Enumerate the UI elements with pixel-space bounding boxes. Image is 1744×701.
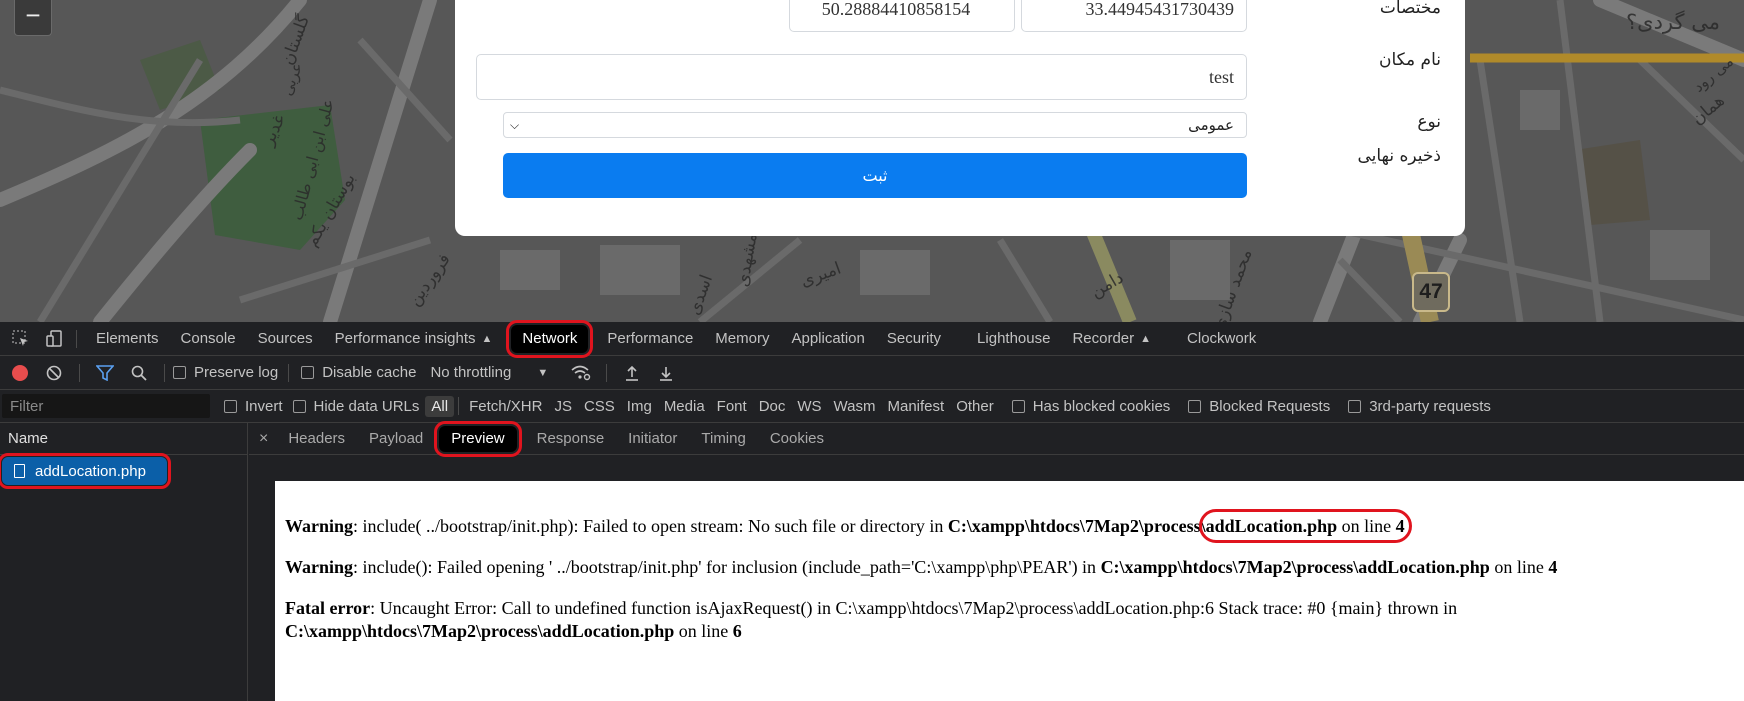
fatal-error-message: Fatal error: Uncaught Error: Call to und… <box>285 598 1458 641</box>
tab-clockwork[interactable]: Clockwork <box>1176 322 1267 355</box>
warning-message-1: Warning: include( ../bootstrap/init.php)… <box>285 509 1412 543</box>
place-name-input[interactable]: test <box>476 54 1247 100</box>
device-toggle-icon[interactable] <box>44 328 66 350</box>
tab-elements[interactable]: Elements <box>85 322 170 355</box>
close-icon[interactable]: × <box>259 430 268 448</box>
disable-cache-label: Disable cache <box>322 364 417 381</box>
filter-type-fetch-xhr[interactable]: Fetch/XHR <box>463 396 548 417</box>
filter-type-ws[interactable]: WS <box>791 396 827 417</box>
blocked-requests-label: Blocked Requests <box>1209 397 1331 415</box>
tab-security[interactable]: Security <box>876 322 952 355</box>
tab-performance-insights-label: Performance insights <box>334 330 476 347</box>
export-har-icon[interactable] <box>655 362 677 384</box>
lat-input[interactable]: 33.44945431730439 <box>1021 0 1247 32</box>
add-location-modal: مختصات 33.44945431730439 50.288844108581… <box>455 0 1465 236</box>
filter-input[interactable]: Filter <box>2 394 210 418</box>
filter-type-img[interactable]: Img <box>621 396 658 417</box>
filter-type-wasm[interactable]: Wasm <box>828 396 882 417</box>
filter-type-js[interactable]: JS <box>548 396 578 417</box>
filter-icon[interactable] <box>94 362 116 384</box>
hide-data-urls-checkbox[interactable]: Hide data URLs <box>292 397 420 415</box>
tab-preview[interactable]: Preview <box>434 420 522 457</box>
type-select-value: عمومی <box>1188 116 1234 134</box>
tab-application[interactable]: Application <box>780 322 875 355</box>
response-preview: Warning: include( ../bootstrap/init.php)… <box>275 481 1744 701</box>
invert-checkbox[interactable]: Invert <box>224 398 283 415</box>
tab-network[interactable]: Network <box>506 319 594 358</box>
tab-recorder-label: Recorder <box>1072 330 1135 347</box>
tab-lighthouse[interactable]: Lighthouse <box>966 322 1061 355</box>
has-blocked-cookies-checkbox[interactable]: Has blocked cookies <box>1011 397 1171 415</box>
tab-initiator[interactable]: Initiator <box>616 426 689 452</box>
has-blocked-cookies-label: Has blocked cookies <box>1032 397 1171 415</box>
tab-timing[interactable]: Timing <box>689 426 757 452</box>
devtools-panel: Elements Console Sources Performance ins… <box>0 319 1744 701</box>
request-list: Name addLocation.php <box>0 423 248 701</box>
document-icon <box>14 464 25 478</box>
tab-memory[interactable]: Memory <box>704 322 780 355</box>
tab-response[interactable]: Response <box>525 426 617 452</box>
request-name: addLocation.php <box>35 462 146 480</box>
details-tab-bar: × Headers Payload Preview Response Initi… <box>249 420 1744 457</box>
flask-icon: ▲ <box>1140 332 1152 345</box>
clear-icon[interactable] <box>43 362 65 384</box>
network-conditions-icon[interactable] <box>570 362 592 384</box>
request-details: × Headers Payload Preview Response Initi… <box>249 420 1744 701</box>
type-select[interactable]: ⌵ عمومی <box>503 112 1247 138</box>
chevron-down-icon: ▼ <box>537 366 549 379</box>
tab-recorder[interactable]: Recorder ▲ <box>1061 322 1162 355</box>
third-party-requests-checkbox[interactable]: 3rd-party requests <box>1348 398 1491 415</box>
filter-type-media[interactable]: Media <box>658 396 711 417</box>
inspect-element-icon[interactable] <box>10 328 32 350</box>
warning-message-2: Warning: include(): Failed opening ' ../… <box>285 557 1558 577</box>
throttling-value: No throttling <box>430 364 512 381</box>
map-label-search: می گردی؟ <box>1626 10 1720 34</box>
tab-cookies[interactable]: Cookies <box>758 426 836 452</box>
submit-button[interactable]: ثبت <box>503 153 1247 198</box>
search-icon[interactable] <box>128 362 150 384</box>
network-toolbar: Preserve log Disable cache No throttling… <box>0 356 1744 390</box>
road-number-badge: 47 <box>1412 272 1450 312</box>
filter-type-manifest[interactable]: Manifest <box>882 396 951 417</box>
filter-type-all[interactable]: All <box>425 395 455 417</box>
tab-performance-insights[interactable]: Performance insights ▲ <box>324 322 504 355</box>
blocked-requests-checkbox[interactable]: Blocked Requests <box>1188 398 1330 415</box>
third-party-requests-label: 3rd-party requests <box>1369 397 1491 415</box>
zoom-out-button[interactable]: − <box>14 0 52 36</box>
preserve-log-label: Preserve log <box>194 364 279 381</box>
import-har-icon[interactable] <box>621 362 643 384</box>
filter-type-doc[interactable]: Doc <box>753 396 792 417</box>
invert-label: Invert <box>245 397 283 415</box>
filter-type-other[interactable]: Other <box>950 396 1000 417</box>
tab-sources[interactable]: Sources <box>247 322 324 355</box>
lng-input[interactable]: 50.28884410858154 <box>789 0 1015 32</box>
record-icon[interactable] <box>9 362 31 384</box>
place-name-label: نام مکان <box>1379 50 1441 70</box>
tab-headers[interactable]: Headers <box>276 426 357 452</box>
filter-type-css[interactable]: CSS <box>578 396 621 417</box>
tab-console[interactable]: Console <box>170 322 247 355</box>
tab-payload[interactable]: Payload <box>357 426 435 452</box>
tab-performance[interactable]: Performance <box>596 322 704 355</box>
filter-type-font[interactable]: Font <box>711 396 753 417</box>
throttling-select[interactable]: No throttling ▼ <box>430 364 548 381</box>
flask-icon: ▲ <box>481 332 493 345</box>
preserve-log-checkbox[interactable]: Preserve log <box>173 364 278 381</box>
disable-cache-checkbox[interactable]: Disable cache <box>301 364 416 381</box>
devtools-tab-bar: Elements Console Sources Performance ins… <box>0 319 1744 358</box>
request-row[interactable]: addLocation.php <box>0 453 171 489</box>
highlighted-file-line: addLocation.php on line 4 <box>1198 509 1412 543</box>
coords-label: مختصات <box>1379 0 1441 18</box>
hide-data-urls-label: Hide data URLs <box>313 397 420 415</box>
chevron-down-icon: ⌵ <box>510 117 520 132</box>
name-column-header[interactable]: Name <box>0 423 247 455</box>
final-save-label: ذخیره نهایی <box>1357 146 1441 166</box>
map-background[interactable]: می گردی؟ بوستان یکم علی ابن ابی طالب غدی… <box>0 0 1744 322</box>
type-label: نوع <box>1417 112 1441 132</box>
network-filter-bar: Filter Invert Hide data URLs All Fetch/X… <box>0 390 1744 423</box>
